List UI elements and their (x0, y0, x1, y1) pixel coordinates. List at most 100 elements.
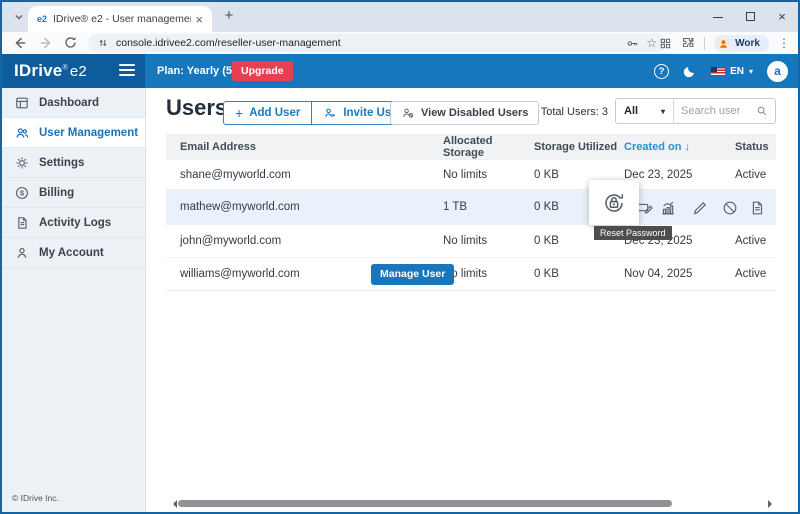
cell-allocated: No limits (443, 268, 534, 280)
users-table: Email Address Allocated Storage Storage … (166, 134, 776, 291)
back-arrow-icon (12, 35, 28, 51)
site-settings-icon[interactable] (97, 37, 109, 49)
plus-icon: + (235, 106, 243, 120)
back-button[interactable] (12, 35, 28, 51)
scroll-right-arrow[interactable] (768, 500, 776, 508)
help-icon[interactable]: ? (654, 64, 669, 79)
browser-toolbar: console.idrivee2.com/reseller-user-manag… (2, 32, 798, 54)
col-created-on-sort[interactable]: Created on ↓ (624, 141, 735, 153)
scrollbar-thumb[interactable] (178, 500, 672, 507)
minimize-button[interactable] (702, 10, 734, 23)
browser-tab[interactable]: e2 IDrive® e2 - User management × (28, 6, 212, 32)
apps-grid-icon[interactable] (659, 37, 672, 50)
filter-value: All (624, 105, 638, 117)
sort-desc-icon: ↓ (684, 141, 690, 153)
chevron-down-icon (13, 11, 25, 23)
reset-password-tooltip: Reset Password (594, 226, 672, 240)
extensions-puzzle-icon[interactable] (681, 36, 695, 50)
account-avatar[interactable]: a (767, 61, 788, 82)
cell-allocated: No limits (443, 235, 534, 247)
dark-mode-moon-icon[interactable] (683, 64, 697, 78)
logo-reg-mark: ® (62, 64, 67, 71)
sidebar-item-settings[interactable]: Settings (2, 148, 145, 178)
profile-button[interactable]: Work (714, 35, 769, 52)
user-filter-dropdown[interactable]: All ▾ (616, 99, 674, 123)
toolbar-divider (704, 37, 705, 50)
sidebar-item-dashboard[interactable]: Dashboard (2, 88, 145, 118)
col-status: Status (735, 141, 776, 153)
search-box (674, 99, 775, 123)
reload-button[interactable] (63, 35, 79, 51)
url-text[interactable]: console.idrivee2.com/reseller-user-manag… (116, 37, 619, 49)
disable-user-icon[interactable] (721, 199, 739, 217)
add-user-label: Add User (249, 107, 300, 119)
forward-arrow-icon (38, 35, 54, 51)
language-caret-icon: ▾ (749, 67, 753, 76)
cell-status: Active (735, 235, 776, 247)
page-title: Users (166, 95, 227, 121)
tab-search-button[interactable] (10, 8, 28, 26)
upgrade-button[interactable]: Upgrade (232, 61, 293, 81)
hamburger-menu-icon[interactable] (119, 64, 135, 76)
table-row[interactable]: shane@myworld.com No limits 0 KB Dec 23,… (166, 160, 776, 190)
person-disabled-icon (401, 106, 415, 120)
sidebar-item-user-management[interactable]: User Management (2, 118, 145, 148)
add-user-button[interactable]: + Add User (224, 102, 311, 124)
users-icon (14, 125, 30, 141)
edit-user-icon[interactable] (691, 199, 709, 217)
scroll-left-arrow[interactable] (169, 500, 177, 508)
tab-favicon: e2 (37, 14, 47, 24)
person-plus-icon (323, 106, 337, 120)
logo-product: e2 (70, 63, 87, 80)
forward-button[interactable] (38, 35, 54, 51)
horizontal-scrollbar[interactable] (169, 499, 776, 509)
dashboard-icon (14, 95, 30, 111)
profile-avatar-icon (717, 37, 730, 50)
new-tab-button[interactable]: + (220, 7, 238, 25)
reload-icon (63, 35, 78, 50)
sidebar-item-label: Settings (39, 157, 84, 169)
idrive-logo: IDrive®e2 (14, 61, 87, 81)
header-right: ? EN ▾ a (654, 54, 788, 88)
sidebar-item-billing[interactable]: $ Billing (2, 178, 145, 208)
cell-created: Nov 04, 2025 (624, 268, 735, 280)
browser-menu-icon[interactable]: ⋮ (778, 36, 790, 50)
sidebar-item-label: My Account (39, 247, 104, 259)
cell-utilized: 0 KB (534, 169, 624, 181)
table-row[interactable]: john@myworld.com No limits 0 KB Dec 23, … (166, 225, 776, 258)
browser-window: e2 IDrive® e2 - User management × + × co… (0, 0, 800, 514)
tab-strip: e2 IDrive® e2 - User management × + × (2, 2, 798, 32)
language-selector[interactable]: EN ▾ (711, 66, 753, 77)
copyright-text: © IDrive Inc. (12, 493, 59, 503)
window-close-button[interactable]: × (766, 10, 798, 23)
billing-icon: $ (14, 185, 30, 201)
cell-utilized: 0 KB (534, 268, 624, 280)
app-header: IDrive®e2 Plan: Yearly (50 TB) Upgrade ?… (2, 54, 798, 88)
manage-user-button[interactable]: Manage User (371, 264, 454, 285)
table-row-hovered[interactable]: mathew@myworld.com 1 TB 0 KB (166, 190, 776, 225)
view-disabled-users-label: View Disabled Users (421, 107, 528, 119)
activity-logs-icon (14, 215, 30, 231)
person-icon (14, 245, 30, 261)
search-icon[interactable] (756, 105, 768, 117)
table-row[interactable]: williams@myworld.com No limits 0 KB Nov … (166, 258, 776, 291)
search-input[interactable] (681, 105, 752, 117)
cell-status: Active (735, 169, 776, 181)
bookmark-star-icon[interactable]: ☆ (646, 37, 657, 49)
tab-close-icon[interactable]: × (195, 13, 203, 26)
reset-password-icon (602, 191, 626, 215)
sidebar: Dashboard User Management Settings $ Bil… (2, 88, 146, 512)
password-key-icon[interactable] (626, 37, 639, 50)
usage-statistics-icon[interactable] (659, 199, 677, 217)
sidebar-item-activity-logs[interactable]: Activity Logs (2, 208, 145, 238)
col-allocated-storage: Allocated Storage (443, 135, 534, 159)
sidebar-item-my-account[interactable]: My Account (2, 238, 145, 268)
main-content: Users + Add User Invite Users View Disab… (147, 88, 798, 512)
view-disabled-users-button[interactable]: View Disabled Users (390, 101, 539, 125)
maximize-button[interactable] (734, 10, 766, 23)
sidebar-item-label: Activity Logs (39, 217, 111, 229)
logo-name: IDrive (14, 61, 62, 80)
reset-password-button[interactable] (589, 180, 639, 225)
user-logs-icon[interactable] (748, 199, 766, 217)
address-bar[interactable]: console.idrivee2.com/reseller-user-manag… (88, 34, 666, 52)
